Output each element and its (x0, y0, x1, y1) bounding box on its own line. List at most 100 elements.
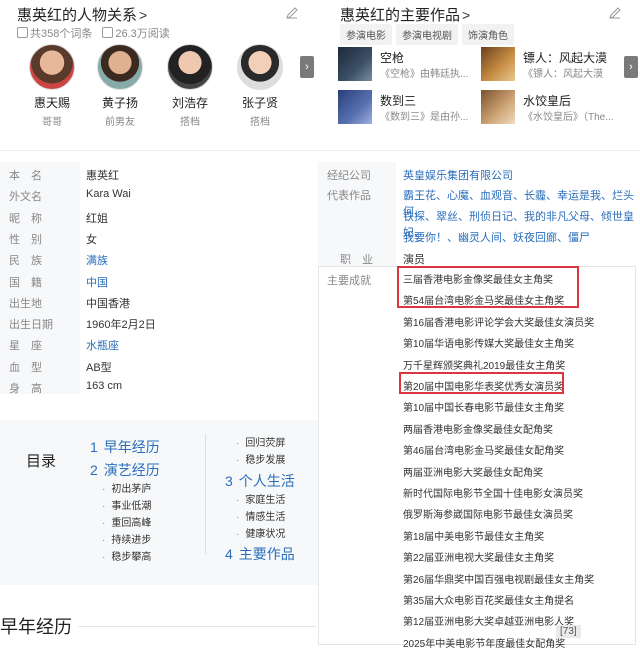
work-poster (481, 47, 515, 81)
info-value: AB型 (86, 361, 112, 374)
info-value[interactable]: 水瓶座 (86, 337, 119, 353)
work-desc: 《数到三》是由孙... (380, 112, 469, 123)
toc-number: 2 (90, 462, 98, 478)
achievement-item: 第16届香港电影评论学会大奖最佳女演员奖 (403, 317, 595, 329)
work-item[interactable]: 数到三 《数到三》是由孙... (338, 90, 478, 126)
work-poster (338, 47, 372, 81)
chevron-right-icon[interactable]: > (462, 7, 470, 23)
relation-person[interactable]: 张子贤 搭档 (230, 44, 290, 128)
document-icon (17, 27, 28, 38)
avatar (97, 44, 143, 90)
info-label: 身 高 (9, 383, 42, 395)
info-value: 1960年2月2日 (86, 319, 156, 332)
relation-person[interactable]: 惠天赐 哥哥 (22, 44, 82, 128)
info-value[interactable]: 满族 (86, 252, 108, 268)
toc-subitem[interactable]: 回归荧屏 (236, 434, 285, 449)
avatar (29, 44, 75, 90)
toc-item[interactable]: 3 个人生活 (225, 471, 295, 491)
work-poster (338, 90, 372, 124)
toc-number: 3 (225, 473, 233, 489)
info-label: 血 型 (9, 361, 42, 374)
toc-divider (205, 434, 206, 554)
toc-subitem[interactable]: 健康状况 (236, 525, 285, 540)
agency-label: 经纪公司 (327, 170, 371, 182)
toc-item[interactable]: 4 主要作品 (225, 544, 295, 564)
toc-item[interactable]: 2 演艺经历 (90, 460, 160, 480)
work-desc: 《空枪》由韩廷执... (380, 69, 469, 80)
toc-label: 主要作品 (238, 546, 295, 562)
info-value: 中国香港 (86, 297, 130, 310)
info-label: 星 座 (9, 340, 42, 353)
person-name: 惠天赐 (33, 96, 70, 110)
citation-badge[interactable]: [73] (556, 625, 581, 638)
toc-subitem[interactable]: 持续进步 (102, 531, 151, 546)
work-title: 数到三 (380, 94, 417, 108)
info-label: 本 名 (9, 170, 42, 182)
work-item[interactable]: 镖人：风起大漠 《镖人：风起大漠 (481, 47, 621, 83)
next-arrow-button[interactable]: › (624, 56, 638, 78)
toc-label: 个人生活 (238, 473, 295, 489)
relation-person[interactable]: 黄子扬 前男友 (90, 44, 150, 128)
achievement-item: 第10届华语电影传媒大奖最佳女主角奖 (403, 339, 575, 351)
section-rule (78, 626, 316, 627)
tab-roles[interactable]: 饰演角色 (462, 24, 514, 45)
achievement-item: 俄罗斯海参崴国际电影节最佳女演员奖 (403, 510, 573, 522)
achievement-item: 第10届中国长春电影节最佳女主角奖 (403, 403, 565, 415)
job-value: 演员 (403, 254, 425, 266)
divider (0, 150, 640, 151)
toc-subitem[interactable]: 稳步攀高 (102, 548, 151, 563)
avatar (237, 44, 283, 90)
person-name: 刘浩存 (171, 96, 208, 110)
work-poster (481, 90, 515, 124)
person-role: 前男友 (105, 117, 135, 128)
info-value: 惠英红 (86, 170, 119, 182)
toc-subitem[interactable]: 重回高峰 (102, 514, 151, 529)
toc-subitem[interactable]: 初出茅庐 (102, 480, 151, 495)
job-label: 职 业 (340, 254, 373, 266)
person-name: 张子贤 (241, 96, 278, 110)
agency-value[interactable]: 英皇娱乐集团有限公司 (403, 167, 513, 183)
work-item[interactable]: 水饺皇后 《水饺皇后》（The... (481, 90, 621, 126)
section-title: 早年经历 (0, 617, 72, 637)
eye-icon (102, 27, 114, 38)
person-role: 搭档 (180, 117, 200, 128)
toc-subitem[interactable]: 家庭生活 (236, 491, 285, 506)
toc-subitem[interactable]: 稳步发展 (236, 451, 285, 466)
achievement-item: 第12届亚洲电影大奖卓越亚洲电影人奖 (403, 617, 575, 629)
achievement-item: 万千星辉颁奖典礼2019最佳女主角奖 (403, 360, 566, 372)
achievement-item: 第18届中美电影节最佳女主角奖 (403, 531, 545, 543)
chevron-right-icon[interactable]: > (139, 7, 147, 23)
works-title[interactable]: 惠英红的主要作品 (340, 7, 460, 24)
toc-title: 目录 (26, 453, 57, 470)
work-title: 镖人：风起大漠 (523, 51, 608, 65)
info-label: 出生日期 (9, 319, 53, 332)
edit-icon[interactable] (608, 6, 622, 20)
edit-icon[interactable] (285, 6, 299, 20)
info-label: 外文名 (9, 191, 42, 204)
person-role: 哥哥 (42, 117, 62, 128)
work-item[interactable]: 空枪 《空枪》由韩廷执... (338, 47, 478, 83)
works-card: 惠英红的主要作品 > 参演电影 参演电视剧 饰演角色 空枪 《空枪》由韩廷执... 镖… (322, 0, 640, 138)
tab-films[interactable]: 参演电影 (340, 24, 392, 45)
achievement-item: 第22届亚洲电视大奖最佳女主角奖 (403, 553, 555, 565)
relations-card: 惠英红的人物关系 > 共358个词条 26.3万阅读 惠天赐 哥哥 黄子扬 前男友… (0, 0, 314, 138)
achievement-item: 第26届华鼎奖中国百强电视剧最佳女主角奖 (403, 574, 595, 586)
work-desc: 《水饺皇后》（The... (523, 112, 614, 123)
toc-subitem[interactable]: 情感生活 (236, 508, 285, 523)
works-line[interactable]: 我要你！、幽灵人间、妖夜回廊、僵尸 (403, 229, 590, 245)
relations-title[interactable]: 惠英红的人物关系 (17, 7, 137, 24)
tab-tv[interactable]: 参演电视剧 (396, 24, 458, 45)
info-value: 女 (86, 233, 97, 246)
achievements-label: 主要成就 (327, 275, 371, 287)
toc-subitem[interactable]: 事业低潮 (102, 497, 151, 512)
info-label: 性 别 (9, 233, 42, 246)
achievement-item: 第46届台湾电影金马奖最佳女配角奖 (403, 446, 565, 458)
relation-person[interactable]: 刘浩存 搭档 (160, 44, 220, 128)
info-label: 国 籍 (9, 276, 42, 289)
toc-label: 演艺经历 (103, 462, 160, 478)
info-value[interactable]: 中国 (86, 274, 108, 290)
toc-item[interactable]: 1 早年经历 (90, 437, 160, 457)
next-arrow-button[interactable]: › (300, 56, 314, 78)
highlight-box (397, 266, 579, 308)
info-label: 民 族 (9, 255, 42, 268)
